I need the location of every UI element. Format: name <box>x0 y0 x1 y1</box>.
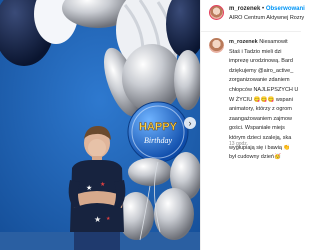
balloon <box>122 44 182 112</box>
photo-scene: ★ ★ ★ ★ HAPPY Birthday <box>0 0 200 250</box>
caption-line: gości. Wspaniałe miejs <box>229 125 285 132</box>
caption-line: był cudowny dzień🥳 <box>229 154 281 161</box>
post-photo[interactable]: ★ ★ ★ ★ HAPPY Birthday › <box>0 0 200 250</box>
caption-avatar[interactable] <box>209 38 224 53</box>
caption-line: zorganizowanie zdaniem <box>229 77 290 84</box>
chevron-right-icon: › <box>188 118 192 128</box>
balloon-text-happy: HAPPY <box>139 121 178 133</box>
post-timestamp[interactable]: 13 godz. <box>229 141 248 147</box>
balloon <box>128 158 172 186</box>
svg-text:★: ★ <box>106 216 111 222</box>
blurred-face <box>88 139 106 157</box>
caption-line: imprezę urodzinową. Bard <box>229 58 293 65</box>
balloon-text-birthday: Birthday <box>144 136 172 145</box>
header-user-line: m_rozenek • Obserwowani <box>229 6 305 12</box>
balloon <box>154 188 194 240</box>
caption-line: animatory, którzy z ogrom <box>229 106 292 113</box>
avatar[interactable] <box>209 5 224 20</box>
caption-line: zaangażowaniem zajmow <box>229 115 292 122</box>
post-side-panel: m_rozenek • Obserwowani AIRO Centrum Akt… <box>200 0 305 250</box>
header-divider <box>201 31 301 32</box>
caption-username[interactable]: m_rozenek <box>229 39 258 45</box>
caption-line: m_rozenek Niesamowit <box>229 38 305 48</box>
header-username[interactable]: m_rozenek <box>229 6 260 12</box>
caption-line: W ŻYCIU 😋😋😋 wspani <box>229 96 293 103</box>
svg-text:★: ★ <box>94 215 101 224</box>
post-header: m_rozenek • Obserwowani AIRO Centrum Akt… <box>205 5 305 31</box>
caption-first-tail: Niesamowit <box>259 39 288 45</box>
caption-line: Staś i Tadzio mieli dzi <box>229 48 282 55</box>
svg-text:★: ★ <box>86 184 92 192</box>
caption-line: chłopców NAJLEPSZYCH U <box>229 86 299 93</box>
follow-status-button[interactable]: Obserwowani <box>266 6 305 12</box>
header-separator: • <box>262 6 265 12</box>
svg-text:★: ★ <box>100 181 105 188</box>
post-location[interactable]: AIRO Centrum Aktywnej Rozry <box>229 15 304 21</box>
next-photo-button[interactable]: › <box>184 117 196 129</box>
caption-line: dziękujemy @airo_active_ <box>229 67 294 74</box>
